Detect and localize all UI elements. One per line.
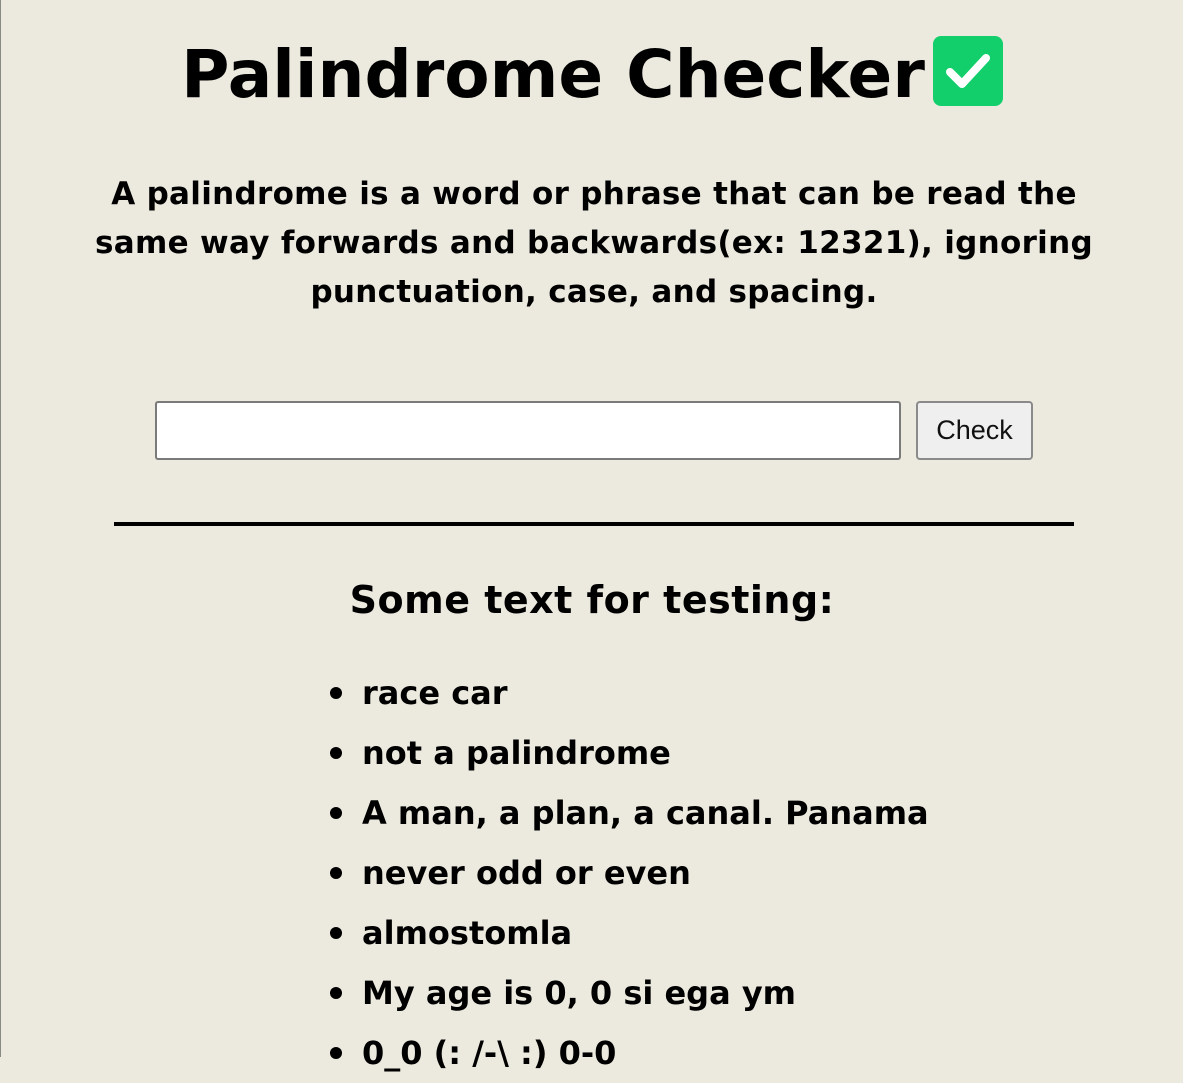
list-item-text: My age is 0, 0 si ega ym [362, 974, 797, 1012]
list-item: race car [321, 663, 929, 723]
testing-heading: Some text for testing: [349, 578, 835, 622]
bullet [330, 1047, 342, 1059]
check-mark-icon [932, 36, 1003, 106]
list-item: My age is 0, 0 si ega ym [321, 963, 929, 1023]
list-item: 0_0 (: /-\ :) 0-0 [321, 1023, 929, 1083]
list-item-text: A man, a plan, a canal. Panama [362, 794, 929, 832]
check-button[interactable]: Check [916, 401, 1033, 460]
title-row: Palindrome Checker [1, 36, 1183, 114]
divider [114, 522, 1074, 526]
bullet [330, 987, 342, 999]
list-item-text: 0_0 (: /-\ :) 0-0 [362, 1034, 617, 1072]
bullet [330, 807, 342, 819]
bullet [330, 927, 342, 939]
bullet [330, 687, 342, 699]
list-item: never odd or even [321, 843, 929, 903]
bullet [330, 747, 342, 759]
list-item: not a palindrome [321, 723, 929, 783]
list-item: A man, a plan, a canal. Panama [321, 783, 929, 843]
list-item-text: race car [362, 674, 508, 712]
bullet [330, 867, 342, 879]
list-item-text: not a palindrome [362, 734, 671, 772]
text-input[interactable] [155, 401, 901, 460]
list-item-text: almostomla [362, 914, 573, 952]
description-text: A palindrome is a word or phrase that ca… [95, 176, 1093, 310]
page-title: Palindrome Checker [181, 36, 925, 113]
list-item-text: never odd or even [362, 854, 691, 892]
list-item: almostomla [321, 903, 929, 963]
testing-list: race car not a palindrome A man, a plan,… [321, 663, 929, 1083]
